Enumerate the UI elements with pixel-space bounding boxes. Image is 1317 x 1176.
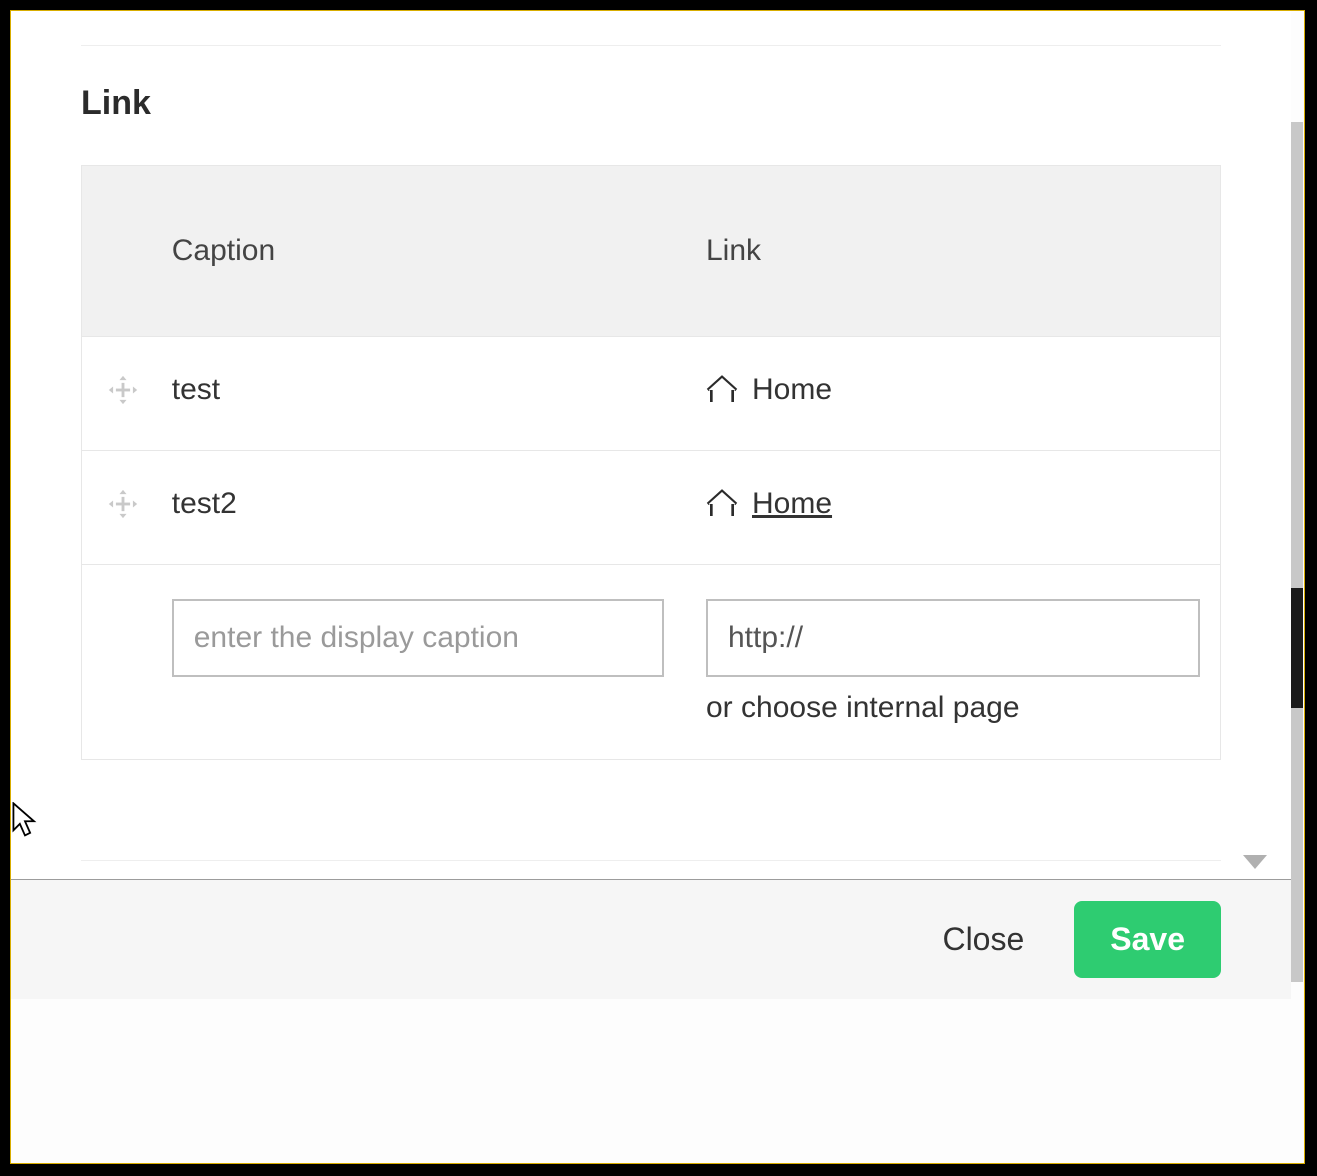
links-table: Caption Link test: [81, 165, 1221, 760]
drag-handle-icon[interactable]: [106, 487, 152, 521]
link-cell[interactable]: Home: [706, 373, 832, 407]
save-button[interactable]: Save: [1074, 901, 1221, 978]
caption-cell[interactable]: test2: [152, 451, 686, 565]
link-cell[interactable]: Home: [706, 487, 832, 521]
table-row: test2 Home: [82, 451, 1221, 565]
scroll-down-icon[interactable]: [1243, 855, 1267, 869]
home-icon: [706, 488, 738, 520]
modal-footer: Close Save: [11, 879, 1291, 999]
drag-handle-icon[interactable]: [106, 373, 152, 407]
caption-cell[interactable]: test: [152, 337, 686, 451]
link-label: Home: [752, 373, 832, 407]
modal-body: Link Caption Link test: [11, 11, 1291, 879]
url-input[interactable]: [706, 599, 1200, 677]
divider: [81, 860, 1221, 861]
choose-internal-page-link[interactable]: or choose internal page: [706, 691, 1200, 725]
link-editor-modal: Link Caption Link test: [11, 11, 1291, 999]
table-input-row: or choose internal page: [82, 565, 1221, 760]
divider: [81, 45, 1221, 46]
column-header-caption: Caption: [152, 166, 686, 337]
close-button[interactable]: Close: [932, 905, 1034, 974]
link-label: Home: [752, 487, 832, 521]
caption-input[interactable]: [172, 599, 664, 677]
home-icon: [706, 374, 738, 406]
column-header-drag: [82, 166, 152, 337]
section-title: Link: [81, 84, 1221, 123]
column-header-link: Link: [686, 166, 1221, 337]
table-row: test Home: [82, 337, 1221, 451]
